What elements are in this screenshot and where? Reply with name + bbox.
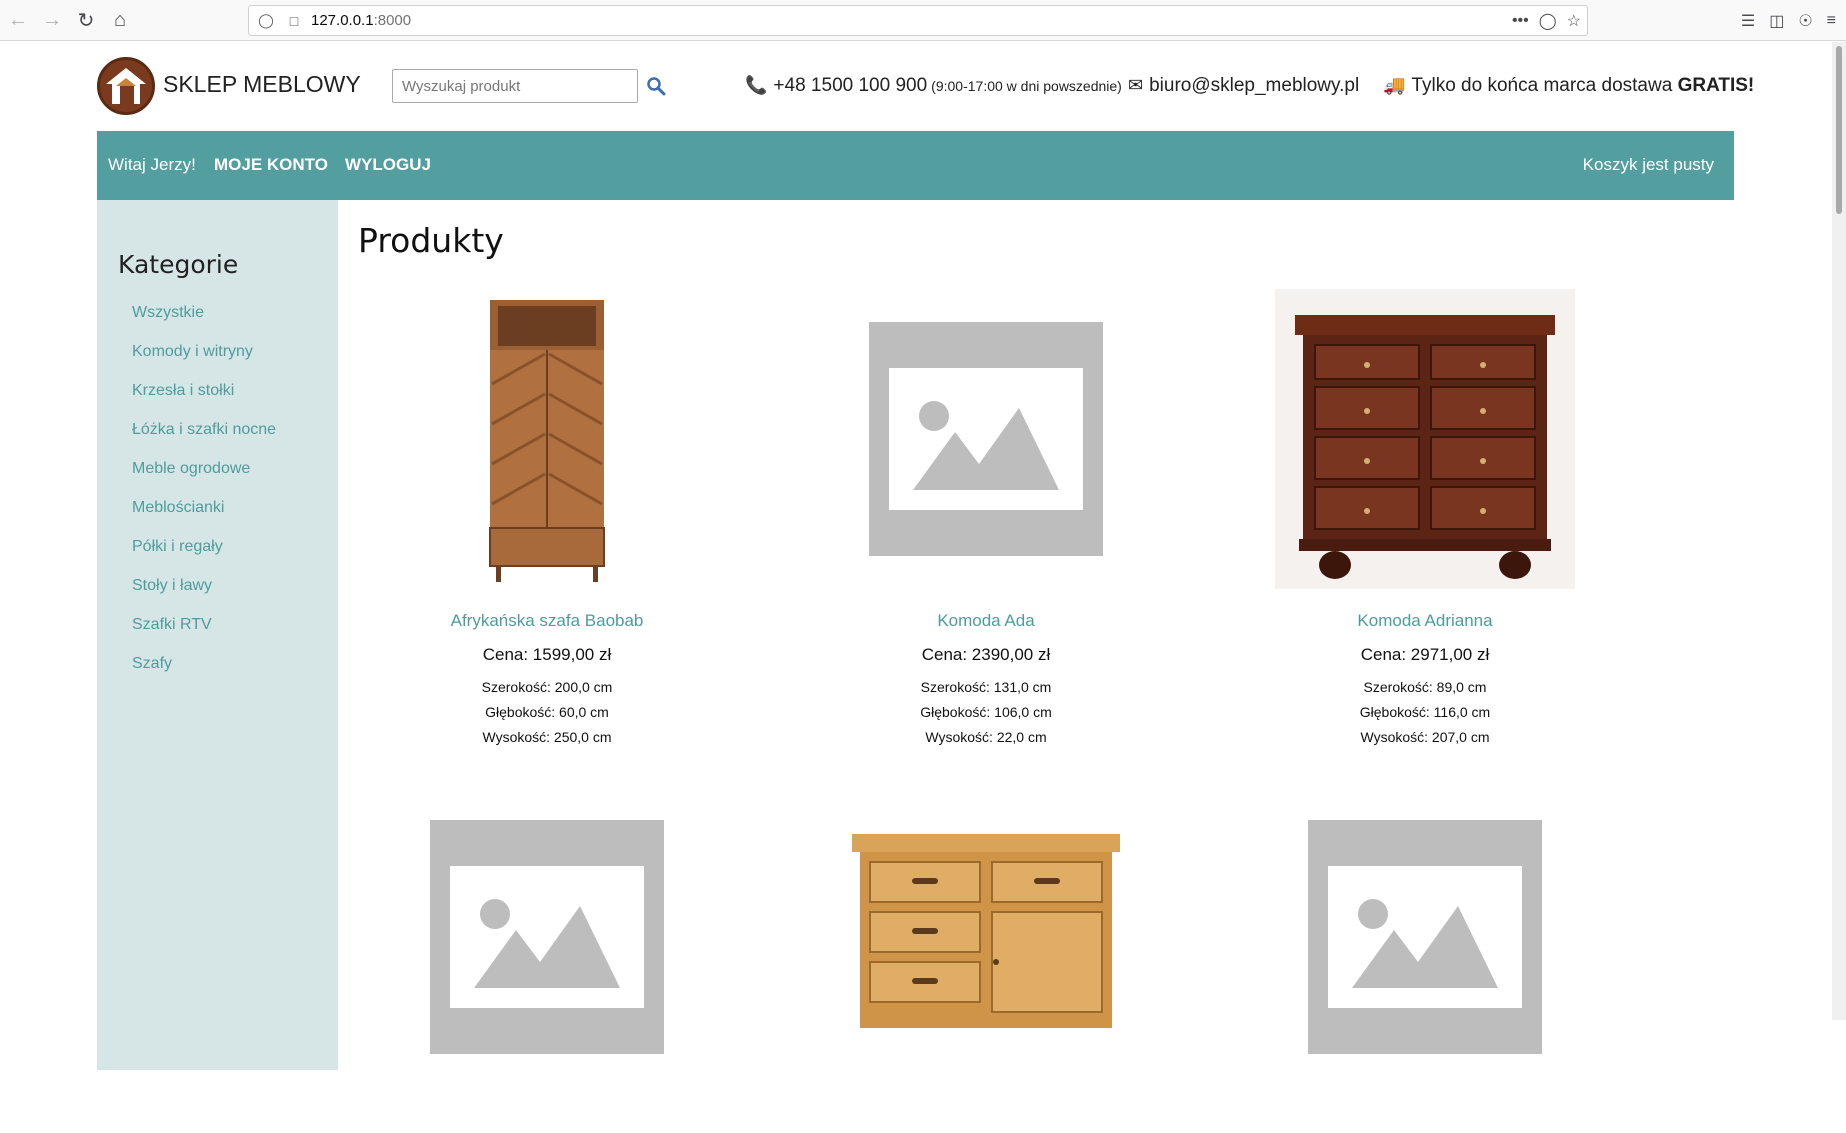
url-text: 127.0.0.1:8000 [311,12,411,29]
product-image[interactable] [776,286,1196,591]
sidebar-item-wall-units[interactable]: Meblościanki [132,499,224,517]
product-card [337,820,757,1125]
product-width: Szerokość: 131,0 cm [920,679,1052,695]
cart-status[interactable]: Koszyk jest pusty [1583,155,1714,175]
phone-icon: 📞 [745,75,768,95]
pocket-icon[interactable]: ◯ [1539,11,1557,31]
brand-name[interactable]: SKLEP MEBLOWY [163,71,361,98]
product-image[interactable] [1215,286,1635,591]
sidebar-item-chairs[interactable]: Krzesła i stołki [132,382,234,400]
product-name-link[interactable]: Komoda Ada [776,611,1196,631]
sidebar-item-beds[interactable]: Łóżka i szafki nocne [132,421,276,439]
logo-icon[interactable] [97,57,155,115]
email-address: biuro@sklep_meblowy.pl [1149,75,1360,96]
page-title: Produkty [358,221,504,260]
product-card: Komoda Adrianna Cena: 2971,00 zł Szeroko… [1215,286,1635,745]
page-scrollbar[interactable] [1832,42,1846,1020]
sidebar-item-dressers[interactable]: Komody i witryny [132,343,253,361]
product-depth: Głębokość: 60,0 cm [485,704,609,720]
email-contact: ✉ biuro@sklep_meblowy.pl [1128,75,1359,97]
phone-number: +48 1500 100 900 [773,75,928,96]
sidebar-toggle-icon[interactable]: ◫ [1769,11,1784,31]
search-input[interactable] [392,69,638,103]
sidebar-title: Kategorie [118,250,239,279]
scrollbar-thumb[interactable] [1836,46,1842,214]
product-height: Wysokość: 22,0 cm [925,729,1047,745]
library-icon[interactable]: ☰ [1741,11,1755,31]
my-account-link[interactable]: MOJE KONTO [214,155,328,175]
product-width: Szerokość: 200,0 cm [481,679,613,695]
top-navbar: Witaj Jerzy! MOJE KONTO WYLOGUJ Koszyk j… [97,131,1734,200]
logout-link[interactable]: WYLOGUJ [345,155,431,175]
image-placeholder-icon [1308,820,1542,1054]
product-name-link[interactable]: Afrykańska szafa Baobab [337,611,757,631]
sidebar-item-tv-cabinets[interactable]: Szafki RTV [132,616,212,634]
back-icon[interactable]: ← [2,4,34,36]
product-height: Wysokość: 207,0 cm [1360,729,1490,745]
image-placeholder-icon [430,820,664,1054]
phone-contact: 📞 +48 1500 100 900 (9:00-17:00 w dni pow… [745,75,1122,97]
greeting: Witaj Jerzy! [108,155,196,174]
product-card [776,828,1196,1133]
product-card [1215,820,1635,1125]
sidebar-item-all[interactable]: Wszystkie [132,304,204,322]
product-card: Afrykańska szafa Baobab Cena: 1599,00 zł… [337,286,757,745]
product-width: Szerokość: 89,0 cm [1363,679,1487,695]
menu-icon[interactable]: ≡ [1827,12,1836,30]
forward-icon[interactable]: → [36,4,68,36]
product-image[interactable] [337,820,757,1125]
envelope-icon: ✉ [1128,75,1144,95]
sidebar-item-garden[interactable]: Meble ogrodowe [132,460,250,478]
sidebar-item-wardrobes[interactable]: Szafy [132,655,172,673]
product-price: Cena: 2390,00 zł [921,645,1051,664]
product-image[interactable] [337,286,757,591]
delivery-bold: GRATIS! [1677,75,1755,96]
product-price: Cena: 1599,00 zł [482,645,612,664]
sidebar-item-tables[interactable]: Stoły i ławy [132,577,212,595]
shield-icon[interactable]: ◯ [255,12,277,29]
page-icon: □ [289,12,299,29]
site-header: SKLEP MEBLOWY 📞 +48 1500 100 900 (9:00-1… [97,41,1754,131]
product-depth: Głębokość: 106,0 cm [920,704,1052,720]
browser-toolbar: ← → ↻ ⌂ ◯ □ 127.0.0.1:8000 ••• ◯ ☆ ☰ ◫ ☉… [0,0,1846,41]
url-bar[interactable]: ◯ □ 127.0.0.1:8000 ••• ◯ ☆ [248,5,1588,36]
sidebar-item-shelves[interactable]: Półki i regały [132,538,223,556]
url-host: 127.0.0.1 [311,12,374,29]
url-port: :8000 [373,12,412,29]
category-sidebar: Kategorie Wszystkie Komody i witryny Krz… [97,200,338,1070]
search-icon[interactable] [642,72,670,100]
product-name-link[interactable]: Komoda Adrianna [1215,611,1635,631]
product-depth: Głębokość: 116,0 cm [1359,704,1491,720]
delivery-promo: 🚚 Tylko do końca marca dostawa GRATIS! [1383,75,1754,97]
home-icon[interactable]: ⌂ [104,4,136,36]
truck-icon: 🚚 [1383,75,1406,95]
product-image[interactable] [776,828,1196,1133]
product-height: Wysokość: 250,0 cm [482,729,612,745]
image-placeholder-icon [869,321,1103,556]
bookmark-star-icon[interactable]: ☆ [1567,11,1581,31]
site: SKLEP MEBLOWY 📞 +48 1500 100 900 (9:00-1… [97,41,1754,1070]
product-price: Cena: 2971,00 zł [1360,645,1490,664]
account-icon[interactable]: ☉ [1798,11,1812,31]
reload-icon[interactable]: ↻ [70,4,102,36]
phone-hours: (9:00-17:00 w dni powszednie) [931,78,1122,94]
more-actions-icon[interactable]: ••• [1512,12,1529,30]
product-card: Komoda Ada Cena: 2390,00 zł Szerokość: 1… [776,286,1196,745]
delivery-text: Tylko do końca marca dostawa [1411,75,1673,96]
product-image[interactable] [1215,820,1635,1125]
